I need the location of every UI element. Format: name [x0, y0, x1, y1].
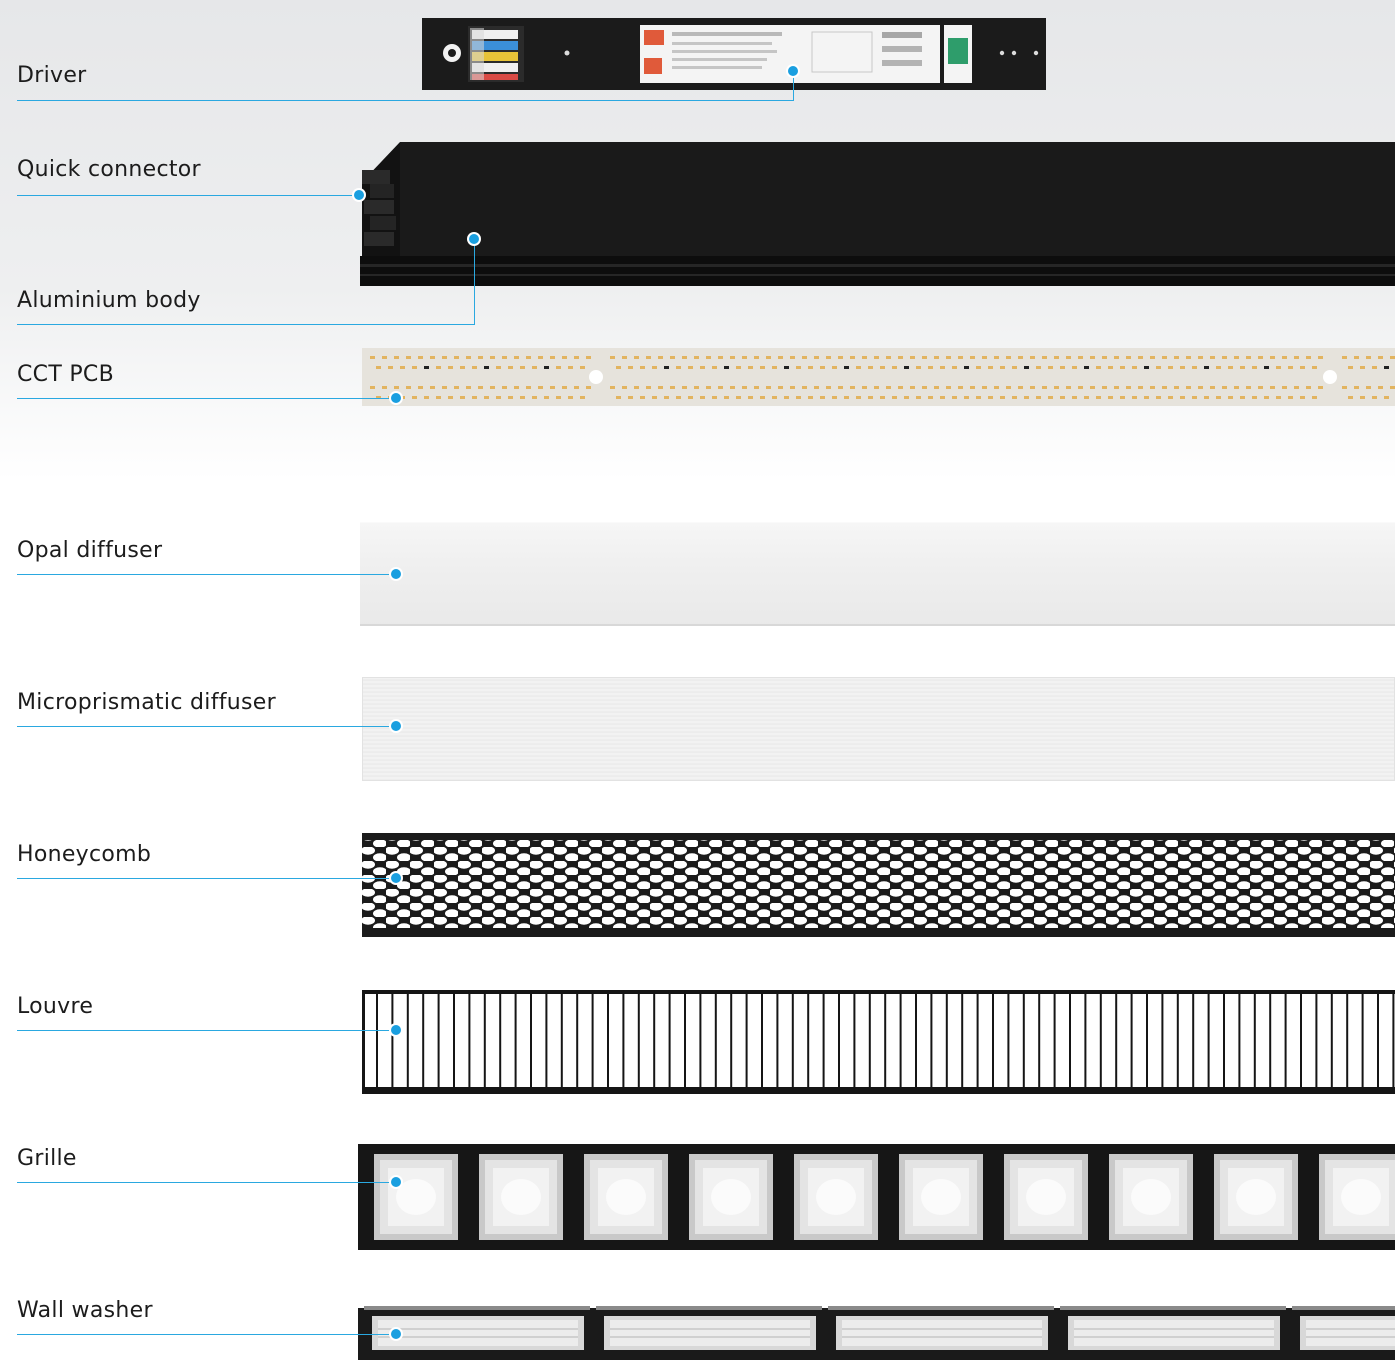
leader-honeycomb: [17, 878, 395, 879]
leader-cct-pcb: [17, 398, 395, 399]
leader-louvre: [17, 1030, 395, 1031]
callout-dot-quick-connector: [354, 190, 364, 200]
honeycomb-illustration: [362, 833, 1395, 937]
callout-dot-cct-pcb: [391, 393, 401, 403]
leader-grille: [17, 1182, 395, 1183]
leader-driver: [17, 100, 793, 101]
leader-aluminium-body: [17, 324, 475, 325]
label-louvre: Louvre: [17, 994, 94, 1019]
louvre-illustration: [362, 990, 1395, 1094]
callout-dot-wall-washer: [391, 1329, 401, 1339]
label-driver: Driver: [17, 63, 87, 88]
callout-dot-aluminium-body: [469, 234, 479, 244]
label-grille: Grille: [17, 1146, 77, 1171]
callout-dot-honeycomb: [391, 873, 401, 883]
callout-dot-opal-diffuser: [391, 569, 401, 579]
label-quick-connector: Quick connector: [17, 157, 201, 182]
callout-dot-grille: [391, 1177, 401, 1187]
label-aluminium-body: Aluminium body: [17, 288, 201, 313]
leader-quick-connector: [17, 195, 359, 196]
leader-opal-diffuser: [17, 574, 395, 575]
callout-dot-driver: [788, 66, 798, 76]
callout-dot-louvre: [391, 1025, 401, 1035]
leader-wall-washer: [17, 1334, 395, 1335]
cct-pcb-illustration: [362, 348, 1395, 406]
driver-illustration: [422, 18, 1046, 90]
leader-aluminium-body-vertical: [474, 239, 475, 325]
label-cct-pcb: CCT PCB: [17, 362, 114, 387]
label-microprismatic-diffuser: Microprismatic diffuser: [17, 690, 276, 715]
callout-dot-microprismatic-diffuser: [391, 721, 401, 731]
wall-washer-illustration: [358, 1306, 1395, 1360]
label-opal-diffuser: Opal diffuser: [17, 538, 163, 563]
opal-diffuser-illustration: [360, 522, 1395, 626]
label-honeycomb: Honeycomb: [17, 842, 152, 867]
label-wall-washer: Wall washer: [17, 1298, 153, 1323]
aluminium-body-illustration: [360, 142, 1395, 286]
leader-microprismatic-diffuser: [17, 726, 395, 727]
grille-illustration: [358, 1144, 1395, 1250]
microprismatic-diffuser-illustration: [362, 677, 1395, 781]
